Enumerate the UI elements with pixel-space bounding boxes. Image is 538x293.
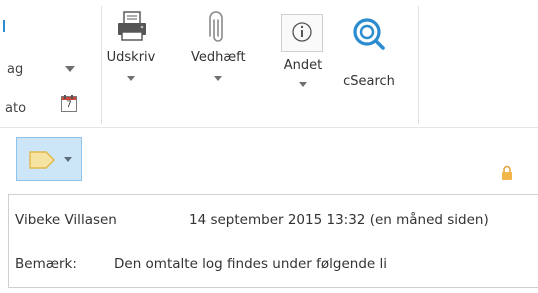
attach-button[interactable]: Vedhæft bbox=[191, 10, 246, 118]
chevron-down-icon bbox=[64, 157, 72, 162]
chevron-down-icon bbox=[127, 76, 135, 81]
paperclip-icon bbox=[207, 10, 229, 46]
print-button[interactable]: Udskriv bbox=[106, 10, 156, 118]
sort-label-partial[interactable]: ag bbox=[7, 62, 23, 77]
chevron-down-icon bbox=[214, 76, 222, 81]
ribbon-divider bbox=[0, 127, 538, 128]
search-icon bbox=[351, 16, 387, 52]
note-label: Bemærk: bbox=[15, 256, 77, 272]
csearch-button[interactable]: cSearch bbox=[338, 10, 400, 118]
lock-icon bbox=[500, 165, 514, 181]
chevron-down-icon[interactable] bbox=[65, 66, 75, 72]
group-separator bbox=[418, 6, 419, 124]
message-date: 14 september 2015 13:32 (en måned siden) bbox=[189, 212, 489, 228]
calendar-icon[interactable]: 7 bbox=[61, 95, 77, 112]
printer-icon bbox=[115, 10, 149, 44]
message-header: Vibeke Villasen 14 september 2015 13:32 … bbox=[8, 194, 538, 288]
other-button[interactable]: Andet bbox=[277, 10, 329, 118]
other-label: Andet bbox=[283, 58, 323, 73]
tag-icon bbox=[29, 149, 55, 169]
date-label-partial[interactable]: ato bbox=[5, 101, 26, 116]
info-icon bbox=[281, 14, 323, 52]
ribbon bbox=[0, 0, 538, 128]
group-separator bbox=[101, 6, 102, 124]
left-edge-marker bbox=[3, 20, 5, 32]
attach-label: Vedhæft bbox=[191, 50, 246, 65]
calendar-day: 7 bbox=[66, 100, 72, 110]
sender-name[interactable]: Vibeke Villasen bbox=[15, 212, 117, 228]
tag-button[interactable] bbox=[16, 137, 82, 181]
note-text: Den omtalte log findes under følgende li bbox=[114, 256, 387, 272]
print-label: Udskriv bbox=[106, 50, 156, 65]
csearch-label: cSearch bbox=[343, 74, 395, 89]
chevron-down-icon bbox=[299, 82, 307, 87]
